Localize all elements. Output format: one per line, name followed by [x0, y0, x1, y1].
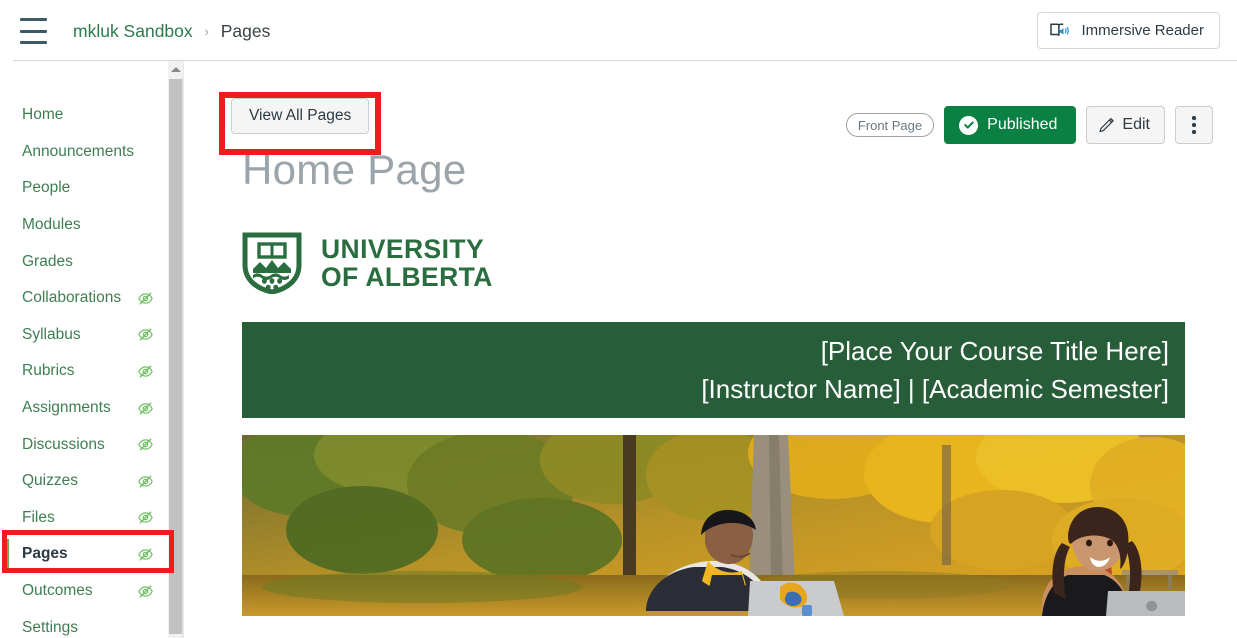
sidebar-item-label: Outcomes — [22, 582, 93, 600]
front-page-badge: Front Page — [845, 113, 935, 137]
eye-slash-hidden-icon — [137, 363, 154, 380]
sidebar-item-grades[interactable]: Grades — [0, 243, 168, 280]
immersive-reader-label: Immersive Reader — [1081, 22, 1204, 39]
page-title: Home Page — [242, 146, 467, 193]
published-label: Published — [987, 116, 1058, 133]
sidebar-item-label: Grades — [22, 252, 73, 270]
top-header: mkluk Sandbox › Pages Immersive Reader — [0, 0, 1237, 61]
kebab-menu-icon[interactable] — [1175, 106, 1213, 144]
pencil-icon — [1098, 117, 1115, 134]
edit-button[interactable]: Edit — [1086, 106, 1165, 144]
sidebar-item-label: Quizzes — [22, 472, 78, 490]
sidebar-item-settings[interactable]: Settings — [0, 609, 168, 638]
eye-slash-hidden-icon — [137, 473, 154, 490]
sidebar-item-discussions[interactable]: Discussions — [0, 426, 168, 463]
sidebar-item-label: People — [22, 179, 71, 197]
eye-slash-hidden-icon — [138, 365, 153, 378]
sidebar-item-label: Files — [22, 508, 55, 526]
eye-slash-hidden-icon — [137, 583, 154, 600]
hamburger-bar — [20, 41, 47, 44]
university-of-alberta-shield-icon — [242, 232, 302, 295]
sidebar-item-label: Assignments — [22, 399, 111, 417]
university-logo: UNIVERSITY OF ALBERTA — [242, 232, 1237, 295]
check-circle-icon — [959, 115, 979, 135]
kebab-dot — [1192, 130, 1196, 134]
instructor-semester-placeholder: [Instructor Name] | [Academic Semester] — [701, 374, 1169, 405]
eye-slash-hidden-icon — [137, 509, 154, 526]
eye-slash-hidden-icon — [138, 475, 153, 488]
sidebar-item-label: Announcements — [22, 142, 135, 160]
sidebar-item-syllabus[interactable]: Syllabus — [0, 317, 168, 354]
sidebar-item-announcements[interactable]: Announcements — [0, 134, 168, 171]
logo-line-2: OF ALBERTA — [321, 262, 493, 293]
eye-slash-hidden-icon — [137, 290, 154, 307]
hamburger-menu-icon[interactable] — [20, 18, 47, 44]
breadcrumb-current-page: Pages — [220, 21, 271, 41]
eye-slash-hidden-icon — [137, 326, 154, 343]
eye-slash-hidden-icon — [138, 585, 153, 598]
sidebar-item-label: Collaborations — [22, 289, 122, 307]
published-button[interactable]: Published — [944, 106, 1077, 144]
course-title-placeholder: [Place Your Course Title Here] — [820, 336, 1169, 367]
university-logo-text: UNIVERSITY OF ALBERTA — [321, 233, 493, 293]
annotation-box-view-all-pages — [219, 92, 381, 155]
breadcrumb: mkluk Sandbox › Pages — [73, 17, 270, 47]
annotation-box-sidebar-pages — [2, 530, 174, 573]
eye-slash-hidden-icon — [138, 511, 153, 524]
page-action-buttons: Front Page Published Edit — [845, 106, 1213, 144]
eye-slash-hidden-icon — [138, 438, 153, 451]
immersive-reader-icon — [1050, 22, 1071, 40]
sidebar-item-people[interactable]: People — [0, 170, 168, 207]
hamburger-bar — [20, 29, 47, 33]
kebab-dot — [1192, 123, 1196, 127]
sidebar-item-label: Syllabus — [22, 325, 81, 343]
sidebar-item-rubrics[interactable]: Rubrics — [0, 353, 168, 390]
campus-hero-image — [242, 435, 1185, 617]
course-title-banner: [Place Your Course Title Here] [Instruct… — [242, 322, 1185, 419]
breadcrumb-separator-icon: › — [204, 24, 209, 39]
sidebar-item-modules[interactable]: Modules — [0, 207, 168, 244]
sidebar-item-label: Settings — [22, 618, 79, 636]
sidebar-item-assignments[interactable]: Assignments — [0, 390, 168, 427]
scroll-up-arrow-icon[interactable] — [168, 61, 183, 78]
eye-slash-hidden-icon — [138, 402, 153, 415]
sidebar-item-home[interactable]: Home — [0, 97, 168, 134]
immersive-reader-button[interactable]: Immersive Reader — [1037, 12, 1220, 49]
logo-line-1: UNIVERSITY — [321, 233, 485, 264]
eye-slash-hidden-icon — [138, 292, 153, 305]
kebab-dot — [1192, 116, 1196, 120]
eye-slash-hidden-icon — [137, 436, 154, 453]
sidebar-item-label: Modules — [22, 216, 81, 234]
hamburger-bar — [20, 18, 47, 21]
sidebar-item-label: Discussions — [22, 435, 105, 453]
sidebar-item-quizzes[interactable]: Quizzes — [0, 463, 168, 500]
canvas-page-screen: mkluk Sandbox › Pages Immersive Reader H… — [0, 0, 1237, 638]
eye-slash-hidden-icon — [137, 400, 154, 417]
eye-slash-hidden-icon — [138, 328, 153, 341]
sidebar-item-label: Home — [22, 106, 64, 124]
sidebar-item-collaborations[interactable]: Collaborations — [0, 280, 168, 317]
sidebar-item-outcomes[interactable]: Outcomes — [0, 573, 168, 610]
breadcrumb-course-link[interactable]: mkluk Sandbox — [73, 21, 193, 41]
edit-label: Edit — [1122, 116, 1150, 133]
sidebar-item-label: Rubrics — [22, 362, 75, 380]
